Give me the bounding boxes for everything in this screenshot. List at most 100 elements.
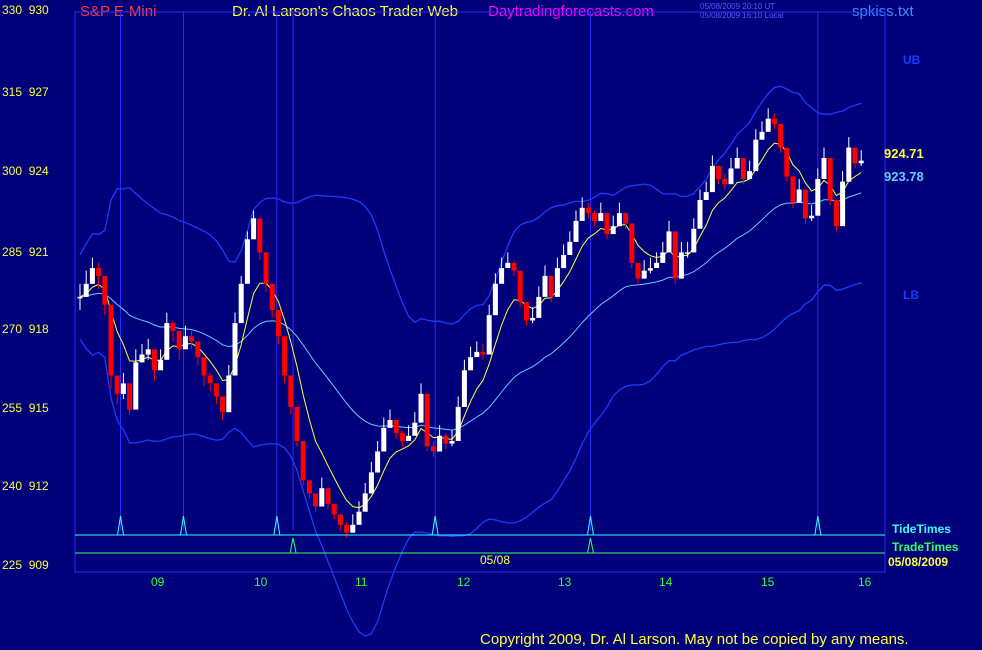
price-bar-body	[740, 158, 746, 179]
price-bar-body	[573, 220, 579, 242]
price-bar-body	[337, 514, 343, 525]
price-bar-body	[592, 213, 598, 221]
price-bar-body	[145, 349, 151, 355]
price-bar-body	[784, 147, 790, 177]
trade-time-spike	[289, 537, 297, 554]
price-bar-body	[790, 176, 796, 203]
price-bar-body	[530, 317, 536, 321]
price-bar-body	[313, 493, 319, 507]
price-bar-body	[120, 383, 126, 394]
price-bar-body	[282, 336, 288, 376]
price-bar-body	[840, 181, 846, 227]
price-bar-body	[437, 435, 443, 452]
price-bar-body	[269, 283, 275, 310]
price-bar-body	[833, 200, 839, 227]
price-bar-body	[201, 357, 207, 376]
price-bar-body	[858, 160, 864, 164]
price-bar-body	[641, 270, 647, 279]
price-bar-body	[102, 275, 108, 305]
price-bar-body	[604, 213, 610, 235]
price-bar-body	[288, 375, 294, 407]
price-bar-body	[350, 524, 356, 533]
price-bar-body	[709, 165, 715, 193]
price-bar-body	[821, 158, 827, 179]
price-bar-body	[492, 283, 498, 316]
price-bar-body	[381, 427, 387, 452]
price-bar-body	[654, 262, 660, 268]
trade-date-label: 05/08	[480, 553, 510, 567]
price-bar-body	[176, 331, 182, 350]
price-bar-body	[542, 275, 548, 297]
legend-tide-times: TideTimes	[892, 522, 951, 536]
price-bar-body	[511, 262, 517, 271]
price-bar-body	[114, 375, 120, 394]
price-bar-body	[647, 268, 653, 271]
price-bar-body	[585, 207, 591, 213]
price-bar-body	[213, 383, 219, 397]
ma-value-label: 923.78	[884, 169, 924, 184]
price-bar-body	[406, 435, 412, 441]
price-bar-body	[499, 268, 505, 284]
price-bar-body	[598, 213, 604, 221]
price-bar-body	[170, 323, 176, 331]
price-bar-body	[195, 341, 201, 358]
price-bar-body	[207, 375, 213, 384]
price-bar-body	[809, 215, 815, 219]
price-bar-body	[728, 168, 734, 185]
price-bar-body	[685, 252, 691, 254]
band-label-upper: UB	[903, 53, 921, 67]
price-bar-body	[852, 147, 858, 164]
price-bar-body	[443, 435, 449, 444]
price-bar-body	[424, 393, 430, 447]
price-bar-body	[133, 362, 139, 410]
price-bar-body	[108, 304, 114, 376]
price-bar-body	[691, 228, 697, 253]
price-bar-body	[629, 223, 635, 263]
price-bar-body	[368, 472, 374, 494]
price-bar-body	[306, 480, 312, 494]
price-bar-body	[796, 189, 802, 203]
price-bar-body	[263, 252, 269, 284]
price-bar-body	[294, 406, 300, 441]
price-bar-body	[89, 268, 95, 284]
price-bar-body	[666, 231, 672, 253]
price-bar-body	[747, 171, 753, 179]
price-bar-body	[548, 275, 554, 297]
fast-ma-line	[79, 142, 862, 509]
price-bar-body	[275, 310, 281, 337]
price-bar-body	[182, 336, 188, 350]
price-bar-body	[554, 268, 560, 297]
price-bar-body	[610, 226, 616, 235]
plot-frame	[74, 11, 886, 573]
price-bar-body	[468, 357, 474, 371]
price-bar-body	[815, 179, 821, 216]
chart-window: S&P E-Mini Dr. Al Larson's Chaos Trader …	[0, 0, 982, 650]
price-bar-body	[759, 131, 765, 140]
price-bar-body	[802, 189, 808, 219]
price-bar-body	[455, 406, 461, 441]
date-label: 05/08/2009	[888, 555, 948, 569]
trade-time-spike	[586, 537, 594, 554]
price-bar-body	[418, 393, 424, 423]
price-bar-body	[238, 283, 244, 324]
price-bar-body	[257, 218, 263, 253]
price-bar-body	[189, 336, 195, 342]
price-bar-body	[517, 270, 523, 303]
price-bar-body	[765, 118, 771, 132]
price-bar-body	[703, 192, 709, 200]
last-price-label: 924.71	[884, 146, 924, 161]
price-bar-body	[244, 239, 250, 284]
upper-band-line	[79, 85, 862, 325]
legend-trade-times: TradeTimes	[892, 540, 959, 554]
price-bar-body	[778, 124, 784, 148]
price-bar-body	[623, 213, 629, 224]
price-bar-body	[846, 147, 852, 182]
price-bar-body	[449, 441, 455, 444]
price-bar-body	[660, 252, 666, 263]
price-bar-body	[412, 422, 418, 436]
price-bar-body	[697, 200, 703, 229]
price-bar-body	[375, 451, 381, 473]
price-bar-body	[399, 433, 405, 441]
price-bar-body	[461, 370, 467, 407]
price-bar-body	[678, 252, 684, 279]
